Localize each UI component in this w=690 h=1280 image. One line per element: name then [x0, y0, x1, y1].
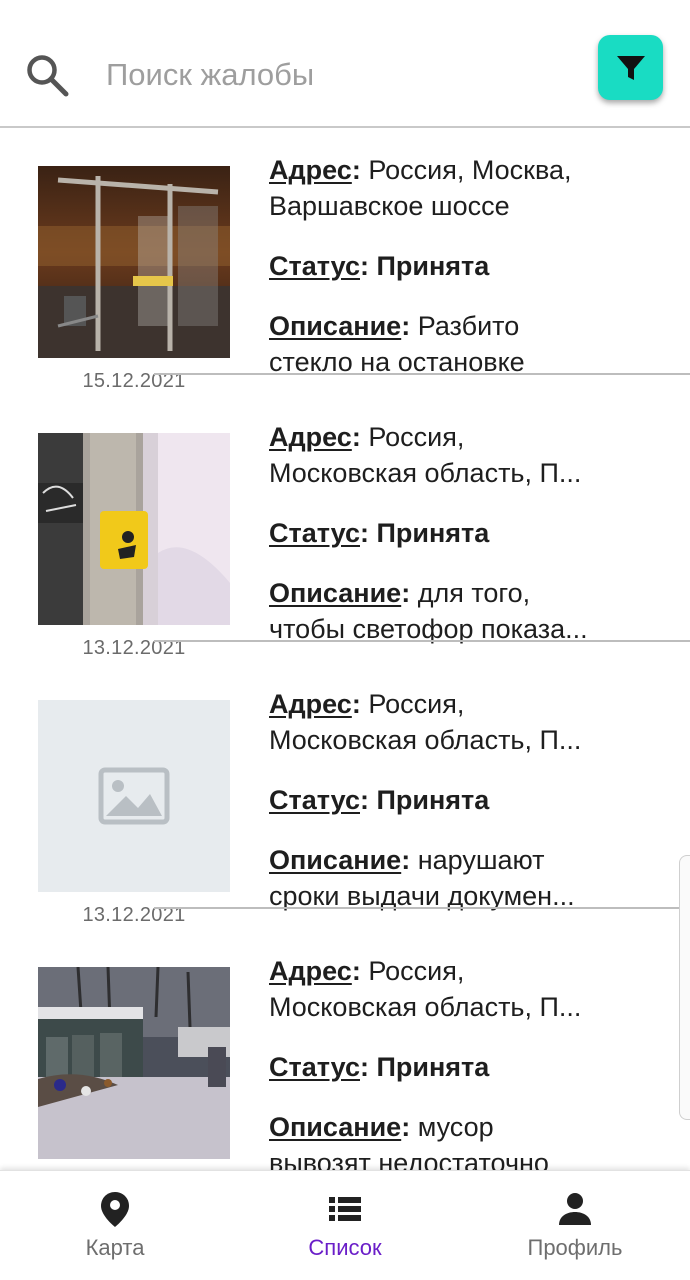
- address-field: Адрес: Россия,: [269, 956, 465, 986]
- nav-label: Профиль: [527, 1235, 623, 1260]
- nav-item-list[interactable]: Список: [230, 1171, 460, 1280]
- complaint-item[interactable]: Адрес: Россия, Московская область, П... …: [0, 931, 690, 1170]
- filter-button[interactable]: [598, 35, 663, 100]
- status-field: Статус: Принята: [269, 1052, 490, 1082]
- nav-label: Карта: [85, 1235, 145, 1260]
- status-label: Статус: [269, 518, 360, 548]
- description-value: для того,: [410, 578, 531, 608]
- status-value: Принята: [369, 785, 490, 815]
- status-label: Статус: [269, 785, 360, 815]
- complaint-item[interactable]: 15.12.2021 Адрес: Россия, Москва, Варшав…: [0, 130, 690, 397]
- search-icon[interactable]: [24, 52, 70, 98]
- address-value: Россия,: [360, 689, 465, 719]
- status-label: Статус: [269, 1052, 360, 1082]
- search-header: [0, 0, 690, 128]
- status-field: Статус: Принята: [269, 251, 490, 281]
- list-icon: [329, 1197, 361, 1221]
- scrollbar[interactable]: [679, 855, 690, 1120]
- nav-item-profile[interactable]: Профиль: [460, 1171, 690, 1280]
- description-label: Описание: [269, 311, 402, 341]
- description-field: Описание: нарушают: [269, 845, 545, 875]
- description-value: Разбито: [410, 311, 520, 341]
- address-value: Россия,: [360, 956, 465, 986]
- description-field: Описание: Разбито: [269, 311, 520, 341]
- address-value-line2: Московская область, П...: [269, 725, 582, 755]
- nav-label: Список: [308, 1235, 382, 1260]
- bottom-navigation: Карта Список Профиль: [0, 1170, 690, 1280]
- address-value-line2: Московская область, П...: [269, 458, 582, 488]
- list-divider: [154, 373, 690, 375]
- address-value-line2: Варшавское шоссе: [269, 191, 510, 221]
- address-field: Адрес: Россия, Москва,: [269, 155, 572, 185]
- list-divider: [154, 640, 690, 642]
- address-label: Адрес: [269, 956, 352, 986]
- address-field: Адрес: Россия,: [269, 422, 465, 452]
- status-value: Принята: [369, 251, 490, 281]
- address-label: Адрес: [269, 689, 352, 719]
- description-value: мусор: [410, 1112, 494, 1142]
- address-value: Россия,: [360, 422, 465, 452]
- address-value-line2: Московская область, П...: [269, 992, 582, 1022]
- filter-icon: [616, 55, 645, 80]
- status-field: Статус: Принята: [269, 518, 490, 548]
- complaint-photo: [38, 166, 230, 358]
- person-icon: [559, 1193, 591, 1225]
- complaint-item[interactable]: 13.12.2021 Адрес: Россия, Московская обл…: [0, 397, 690, 664]
- complaint-photo-placeholder: [38, 700, 230, 892]
- complaint-photo: [38, 433, 230, 625]
- description-field: Описание: для того,: [269, 578, 531, 608]
- address-label: Адрес: [269, 422, 352, 452]
- status-value: Принята: [369, 1052, 490, 1082]
- search-input[interactable]: [106, 50, 566, 100]
- status-field: Статус: Принята: [269, 785, 490, 815]
- description-label: Описание: [269, 1112, 402, 1142]
- nav-item-map[interactable]: Карта: [0, 1171, 230, 1280]
- description-value: нарушают: [410, 845, 545, 875]
- status-label: Статус: [269, 251, 360, 281]
- complaint-list[interactable]: 15.12.2021 Адрес: Россия, Москва, Варшав…: [0, 130, 690, 1170]
- description-label: Описание: [269, 578, 402, 608]
- description-label: Описание: [269, 845, 402, 875]
- complaint-photo: [38, 967, 230, 1159]
- description-value-line2: вывозят недостаточно: [269, 1148, 549, 1170]
- map-pin-icon: [101, 1192, 129, 1227]
- address-value: Россия, Москва,: [360, 155, 572, 185]
- status-value: Принята: [369, 518, 490, 548]
- address-field: Адрес: Россия,: [269, 689, 465, 719]
- complaint-item[interactable]: 13.12.2021 Адрес: Россия, Московская обл…: [0, 664, 690, 931]
- list-divider: [154, 907, 690, 909]
- description-field: Описание: мусор: [269, 1112, 494, 1142]
- address-label: Адрес: [269, 155, 352, 185]
